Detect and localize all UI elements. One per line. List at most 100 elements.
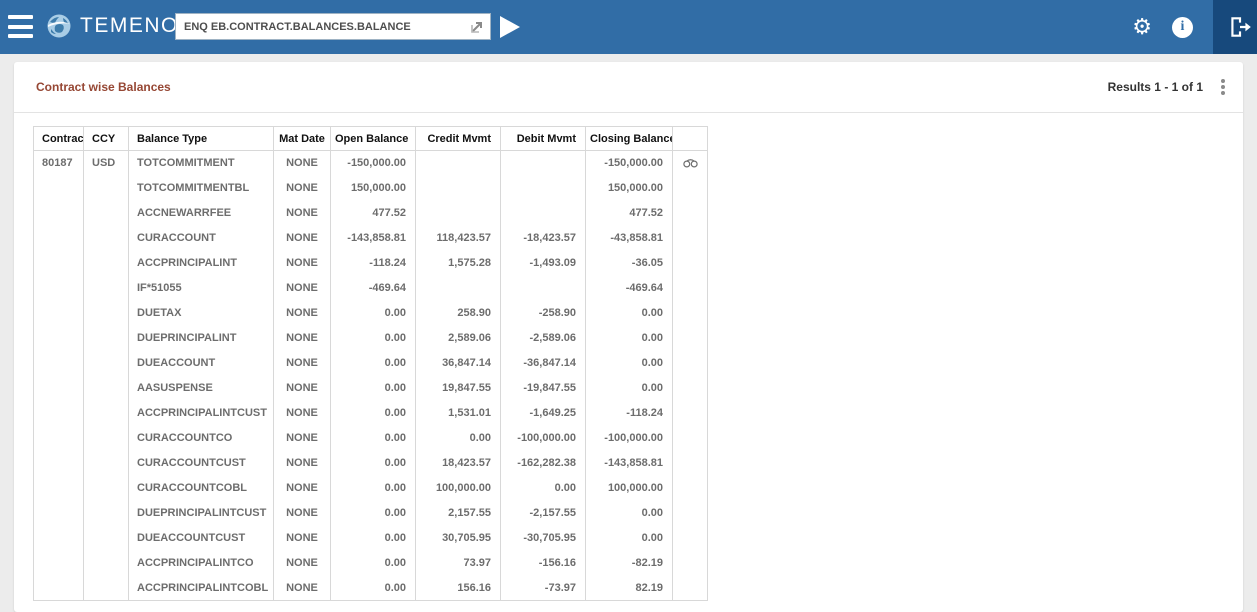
cell-mat-date: NONE	[274, 576, 331, 601]
cell-mat-date: NONE	[274, 451, 331, 476]
cell-balance-type: CURACCOUNTCUST	[129, 451, 274, 476]
cell-balance-type: ACCPRINCIPALINTCO	[129, 551, 274, 576]
cell-closing-balance: -82.19	[586, 551, 673, 576]
hamburger-icon[interactable]	[8, 15, 33, 38]
cell-contract	[34, 301, 84, 326]
cell-contract	[34, 351, 84, 376]
top-right-icons: ⚙ i	[1132, 0, 1193, 54]
cell-credit-mvmt: 18,423.57	[416, 451, 501, 476]
table-row: ACCNEWARRFEENONE477.52477.52	[34, 201, 708, 226]
cell-ccy	[84, 501, 129, 526]
cell-mat-date: NONE	[274, 351, 331, 376]
cell-actions	[673, 301, 708, 326]
cell-debit-mvmt: -18,423.57	[501, 226, 586, 251]
cell-debit-mvmt	[501, 201, 586, 226]
cell-closing-balance: 0.00	[586, 376, 673, 401]
cell-actions	[673, 501, 708, 526]
cell-open-balance: -150,000.00	[331, 151, 416, 176]
cell-ccy	[84, 526, 129, 551]
cell-actions	[673, 451, 708, 476]
cell-debit-mvmt: -73.97	[501, 576, 586, 601]
cell-closing-balance: 0.00	[586, 301, 673, 326]
cell-mat-date: NONE	[274, 426, 331, 451]
cell-open-balance: 0.00	[331, 426, 416, 451]
cell-contract	[34, 201, 84, 226]
cell-open-balance: 0.00	[331, 551, 416, 576]
cell-contract	[34, 176, 84, 201]
cell-mat-date: NONE	[274, 301, 331, 326]
cell-balance-type: CURACCOUNTCOBL	[129, 476, 274, 501]
cell-closing-balance: 0.00	[586, 526, 673, 551]
cell-balance-type: DUETAX	[129, 301, 274, 326]
cell-ccy	[84, 301, 129, 326]
cell-open-balance: 0.00	[331, 501, 416, 526]
signout-area[interactable]	[1213, 0, 1257, 54]
cell-credit-mvmt	[416, 151, 501, 176]
cell-open-balance: -469.64	[331, 276, 416, 301]
page-title: Contract wise Balances	[36, 80, 171, 94]
cell-contract	[34, 251, 84, 276]
cell-credit-mvmt: 258.90	[416, 301, 501, 326]
cell-balance-type: TOTCOMMITMENTBL	[129, 176, 274, 201]
cell-balance-type: DUEPRINCIPALINTCUST	[129, 501, 274, 526]
table-row: DUETAXNONE0.00258.90-258.900.00	[34, 301, 708, 326]
cell-actions	[673, 476, 708, 501]
cell-mat-date: NONE	[274, 276, 331, 301]
cell-mat-date: NONE	[274, 326, 331, 351]
cell-debit-mvmt: 0.00	[501, 476, 586, 501]
cell-actions	[673, 401, 708, 426]
cell-open-balance: 0.00	[331, 476, 416, 501]
table-header-row: Contract CCY Balance Type Mat Date Open …	[34, 127, 708, 151]
col-header-credit-mvmt: Credit Mvmt	[416, 127, 501, 151]
table-row: ACCPRINCIPALINTNONE-118.241,575.28-1,493…	[34, 251, 708, 276]
cell-credit-mvmt: 73.97	[416, 551, 501, 576]
cell-credit-mvmt: 36,847.14	[416, 351, 501, 376]
info-icon[interactable]: i	[1172, 17, 1193, 38]
cell-actions	[673, 426, 708, 451]
cell-mat-date: NONE	[274, 176, 331, 201]
cell-closing-balance: 477.52	[586, 201, 673, 226]
col-header-ccy: CCY	[84, 127, 129, 151]
kebab-menu-icon[interactable]	[1217, 77, 1229, 97]
cell-open-balance: 0.00	[331, 301, 416, 326]
run-command-icon[interactable]	[500, 16, 520, 38]
cell-debit-mvmt: -36,847.14	[501, 351, 586, 376]
cell-credit-mvmt: 100,000.00	[416, 476, 501, 501]
table-wrapper: Contract CCY Balance Type Mat Date Open …	[14, 113, 1243, 601]
cell-open-balance: 0.00	[331, 451, 416, 476]
cell-contract	[34, 426, 84, 451]
popout-icon[interactable]	[467, 17, 487, 37]
cell-open-balance: 0.00	[331, 576, 416, 601]
cell-actions	[673, 576, 708, 601]
cell-actions	[673, 551, 708, 576]
col-header-mat-date: Mat Date	[274, 127, 331, 151]
table-row: ACCPRINCIPALINTCUSTNONE0.001,531.01-1,64…	[34, 401, 708, 426]
cell-credit-mvmt: 1,531.01	[416, 401, 501, 426]
gear-icon[interactable]: ⚙	[1132, 16, 1152, 38]
cell-contract	[34, 276, 84, 301]
cell-balance-type: DUEPRINCIPALINT	[129, 326, 274, 351]
col-header-open-balance: Open Balance	[331, 127, 416, 151]
command-input[interactable]	[176, 14, 467, 39]
cell-mat-date: NONE	[274, 526, 331, 551]
view-details-button[interactable]	[673, 151, 708, 176]
cell-closing-balance: -143,858.81	[586, 451, 673, 476]
cell-actions	[673, 176, 708, 201]
cell-credit-mvmt: 2,589.06	[416, 326, 501, 351]
cell-debit-mvmt: -1,649.25	[501, 401, 586, 426]
cell-credit-mvmt: 118,423.57	[416, 226, 501, 251]
table-row: DUEACCOUNTNONE0.0036,847.14-36,847.140.0…	[34, 351, 708, 376]
cell-mat-date: NONE	[274, 151, 331, 176]
command-line-box	[175, 13, 491, 40]
cell-open-balance: 0.00	[331, 401, 416, 426]
top-bar: TEMENOS ⚙ i	[0, 0, 1257, 54]
cell-ccy	[84, 201, 129, 226]
cell-actions	[673, 251, 708, 276]
table-row: AASUSPENSENONE0.0019,847.55-19,847.550.0…	[34, 376, 708, 401]
cell-debit-mvmt: -19,847.55	[501, 376, 586, 401]
cell-balance-type: CURACCOUNT	[129, 226, 274, 251]
col-header-debit-mvmt: Debit Mvmt	[501, 127, 586, 151]
cell-contract	[34, 226, 84, 251]
table-row: DUEPRINCIPALINTCUSTNONE0.002,157.55-2,15…	[34, 501, 708, 526]
cell-balance-type: ACCPRINCIPALINTCOBL	[129, 576, 274, 601]
